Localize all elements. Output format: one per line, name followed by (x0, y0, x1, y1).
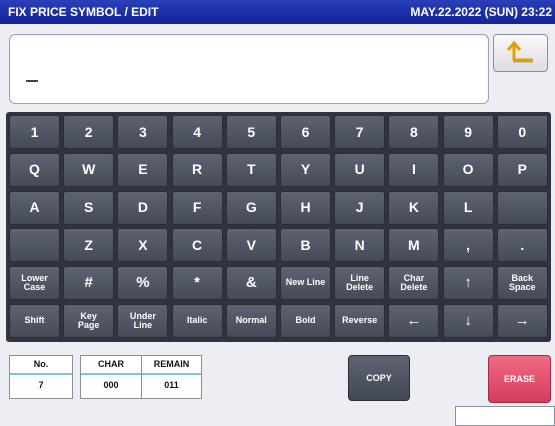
key-reverse[interactable]: Reverse (334, 304, 386, 338)
key-v[interactable]: V (225, 228, 277, 263)
key-char-delete[interactable]: Char Delete (388, 266, 440, 301)
key-w[interactable]: W (63, 152, 115, 187)
key-bold[interactable]: Bold (280, 304, 331, 338)
key-4[interactable]: 4 (171, 115, 223, 149)
copy-button[interactable]: COPY (348, 355, 410, 401)
remain-value: 011 (164, 380, 179, 390)
char-label: CHAR (81, 356, 141, 375)
remain-label: REMAIN (142, 356, 201, 375)
page-title: FIX PRICE SYMBOL / EDIT (8, 5, 159, 19)
key-i[interactable]: I (388, 152, 440, 187)
key-5[interactable]: 5 (225, 115, 277, 149)
key-o[interactable]: O (442, 152, 494, 187)
key-y[interactable]: Y (280, 152, 331, 187)
key-c[interactable]: C (171, 228, 223, 263)
key-q[interactable]: Q (9, 152, 60, 187)
key-blank[interactable]: % (117, 266, 169, 301)
key-key-page[interactable]: Key Page (63, 304, 115, 338)
key-u[interactable]: U (334, 152, 386, 187)
key-e[interactable]: E (117, 152, 169, 187)
key-italic[interactable]: Italic (171, 304, 223, 338)
key-blank[interactable]: . (496, 228, 548, 263)
key-1[interactable]: 1 (9, 115, 60, 149)
key-shift[interactable]: Shift (9, 304, 60, 338)
title-bar: FIX PRICE SYMBOL / EDIT MAY.22.2022 (SUN… (0, 0, 555, 24)
key-blank[interactable]: ↓ (442, 304, 494, 338)
key-line-delete[interactable]: Line Delete (334, 266, 386, 301)
key-0[interactable]: 0 (496, 115, 548, 149)
key-blank[interactable]: # (63, 266, 115, 301)
return-arrow-icon (506, 40, 533, 63)
key-under-line[interactable]: Under Line (117, 304, 169, 338)
status-box (455, 406, 555, 426)
number-box: No. 7 (9, 355, 73, 399)
key-lower-case[interactable]: Lower Case (9, 266, 60, 301)
key-h[interactable]: H (280, 190, 331, 225)
key-blank[interactable]: ↑ (442, 266, 494, 301)
char-value: 000 (103, 380, 119, 390)
key-t[interactable]: T (225, 152, 277, 187)
key-blank[interactable]: ← (388, 304, 440, 338)
key-p[interactable]: P (496, 152, 548, 187)
key-g[interactable]: G (225, 190, 277, 225)
key-z[interactable]: Z (63, 228, 115, 263)
key-9[interactable]: 9 (442, 115, 494, 149)
key-6[interactable]: 6 (280, 115, 331, 149)
key-blank[interactable]: & (225, 266, 277, 301)
key-x[interactable]: X (117, 228, 169, 263)
key-a[interactable]: A (9, 190, 60, 225)
char-remain-box: CHAR 000 REMAIN 011 (80, 355, 202, 399)
key-back-space[interactable]: Back Space (496, 266, 548, 301)
key-3[interactable]: 3 (117, 115, 169, 149)
key-normal[interactable]: Normal (225, 304, 277, 338)
key-blank[interactable] (496, 190, 548, 225)
key-blank[interactable]: → (496, 304, 548, 338)
key-r[interactable]: R (171, 152, 223, 187)
on-screen-keyboard: 1 2 3 4 5 6 7 8 9 0 Q W E R T Y U I O P A S D F G H J K L Z X C V B N M,. Lo… (6, 112, 551, 342)
number-value: 7 (38, 380, 44, 390)
return-button[interactable] (493, 34, 548, 72)
key-d[interactable]: D (117, 190, 169, 225)
key-blank[interactable]: * (171, 266, 223, 301)
number-label: No. (10, 356, 72, 375)
key-f[interactable]: F (171, 190, 223, 225)
key-new-line[interactable]: New Line (280, 266, 331, 301)
key-m[interactable]: M (388, 228, 440, 263)
key-2[interactable]: 2 (63, 115, 115, 149)
text-edit-field[interactable] (9, 34, 489, 104)
key-7[interactable]: 7 (334, 115, 386, 149)
text-cursor (26, 80, 38, 82)
key-b[interactable]: B (280, 228, 331, 263)
date-time: MAY.22.2022 (SUN) 23:22 (410, 5, 552, 19)
key-l[interactable]: L (442, 190, 494, 225)
key-k[interactable]: K (388, 190, 440, 225)
key-blank[interactable]: , (442, 228, 494, 263)
erase-button[interactable]: ERASE (488, 355, 551, 403)
key-n[interactable]: N (334, 228, 386, 263)
key-8[interactable]: 8 (388, 115, 440, 149)
key-s[interactable]: S (63, 190, 115, 225)
key-j[interactable]: J (334, 190, 386, 225)
key-blank[interactable] (9, 228, 60, 263)
